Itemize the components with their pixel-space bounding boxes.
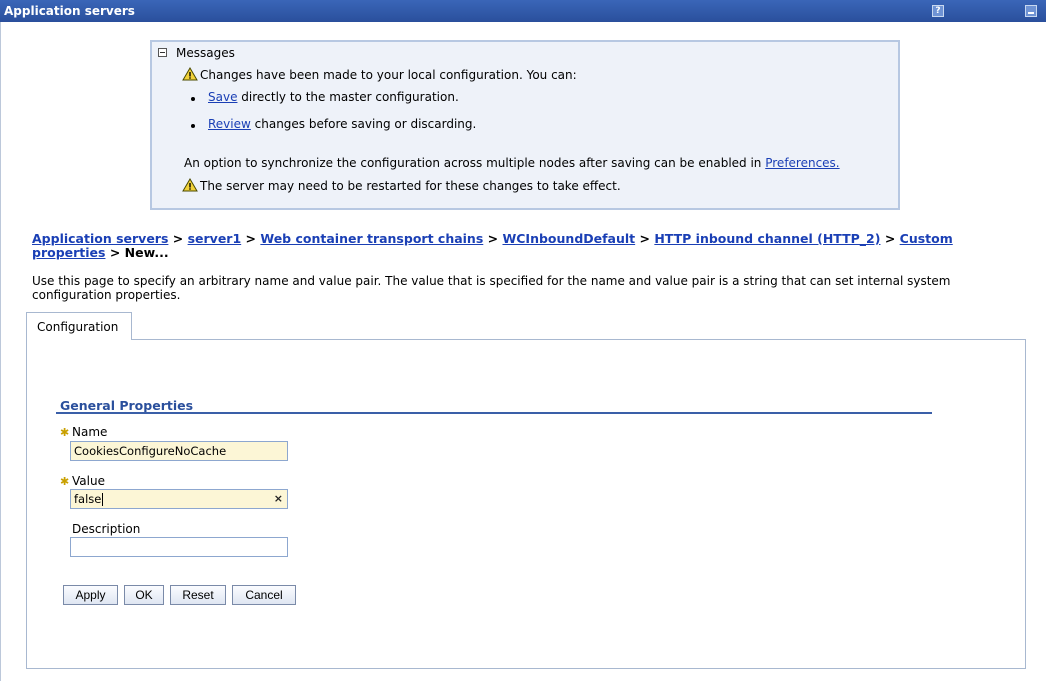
- messages-title: Messages: [176, 46, 235, 60]
- name-label: Name: [72, 425, 108, 439]
- page-description: Use this page to specify an arbitrary na…: [32, 274, 951, 302]
- required-asterisk-icon: ✱: [60, 426, 70, 439]
- window-titlebar: Application servers ?: [0, 0, 1046, 22]
- apply-button[interactable]: Apply: [63, 585, 118, 605]
- reset-button[interactable]: Reset: [170, 585, 226, 605]
- preferences-link[interactable]: Preferences.: [765, 156, 839, 170]
- save-message-text: directly to the master configuration.: [237, 90, 459, 104]
- value-label: Value: [72, 474, 105, 488]
- messages-box: Messages Changes have been made to your …: [150, 40, 900, 210]
- ok-button[interactable]: OK: [124, 585, 164, 605]
- window-title: Application servers: [4, 4, 135, 18]
- help-button[interactable]: ?: [932, 5, 944, 17]
- save-link[interactable]: Save: [208, 90, 237, 104]
- clear-icon[interactable]: ×: [274, 492, 283, 506]
- breadcrumb-current: New...: [124, 245, 169, 260]
- general-properties-title: General Properties: [60, 398, 194, 413]
- collapse-messages-icon[interactable]: [158, 48, 167, 57]
- save-message: Save directly to the master configuratio…: [208, 90, 459, 104]
- sync-message-text: An option to synchronize the configurati…: [184, 156, 766, 170]
- value-field-text: false: [74, 492, 102, 506]
- breadcrumb-server1[interactable]: server1: [188, 231, 242, 246]
- minimize-button[interactable]: [1025, 5, 1037, 17]
- breadcrumb-separator: >: [880, 231, 900, 246]
- cancel-button[interactable]: Cancel: [232, 585, 296, 605]
- review-link[interactable]: Review: [208, 117, 251, 131]
- section-divider: [56, 412, 932, 414]
- bullet: [191, 97, 195, 101]
- description-field[interactable]: [70, 537, 288, 557]
- breadcrumb-application-servers[interactable]: Application servers: [32, 231, 168, 246]
- left-border: [0, 22, 1, 681]
- bullet: [191, 124, 195, 128]
- breadcrumb-http-inbound-channel[interactable]: HTTP inbound channel (HTTP_2): [654, 231, 880, 246]
- name-field[interactable]: CookiesConfigureNoCache: [70, 441, 288, 461]
- description-label: Description: [72, 522, 141, 536]
- changes-message: Changes have been made to your local con…: [200, 68, 577, 82]
- breadcrumb-separator: >: [105, 245, 125, 260]
- value-field[interactable]: false ×: [70, 489, 288, 509]
- breadcrumb-web-container-transport-chains[interactable]: Web container transport chains: [260, 231, 483, 246]
- required-asterisk-icon: ✱: [60, 475, 70, 488]
- breadcrumb: Application servers > server1 > Web cont…: [32, 232, 992, 260]
- breadcrumb-separator: >: [241, 231, 261, 246]
- warning-icon: [182, 67, 198, 81]
- breadcrumb-separator: >: [483, 231, 503, 246]
- text-cursor: [102, 493, 104, 506]
- review-message-text: changes before saving or discarding.: [250, 117, 477, 131]
- restart-message: The server may need to be restarted for …: [200, 179, 621, 193]
- breadcrumb-separator: >: [168, 231, 188, 246]
- warning-icon: [182, 178, 198, 192]
- review-message: Review changes before saving or discardi…: [208, 117, 476, 131]
- sync-message: An option to synchronize the configurati…: [184, 156, 840, 170]
- breadcrumb-wcinbounddefault[interactable]: WCInboundDefault: [502, 231, 635, 246]
- tab-configuration[interactable]: Configuration: [26, 312, 132, 340]
- breadcrumb-separator: >: [635, 231, 655, 246]
